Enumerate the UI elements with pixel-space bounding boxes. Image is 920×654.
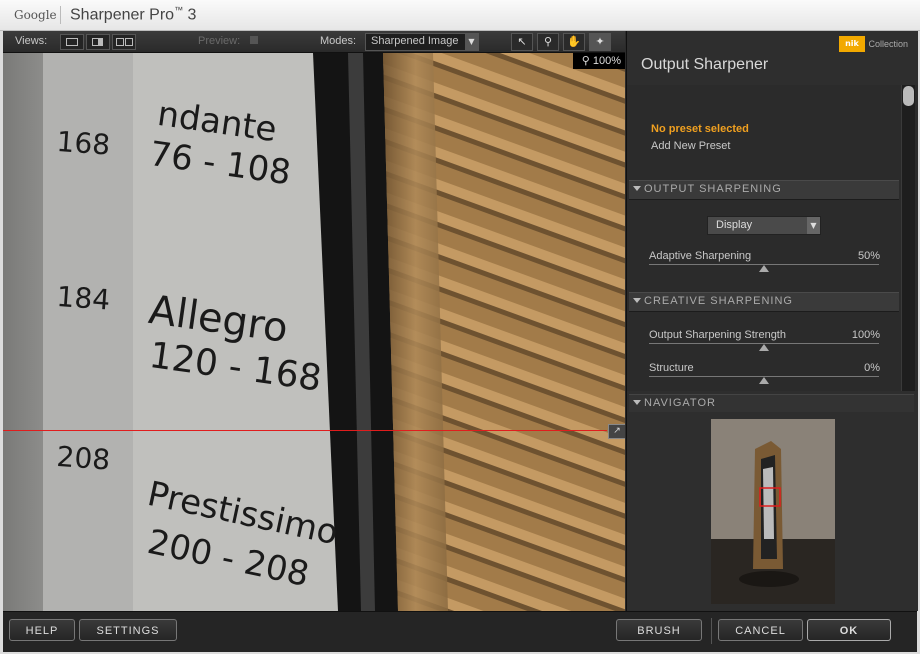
triangle-down-icon [633,186,641,191]
zoom-tool-button[interactable]: ⚲ [537,33,559,51]
output-strength-value: 100% [851,329,880,341]
title-separator [60,6,61,24]
section-navigator[interactable]: NAVIGATOR [629,394,914,412]
split-view-icon [92,38,103,46]
app-title: Sharpener Pro™ 3 [70,5,196,24]
app-window: Views: Preview: Modes: Sharpened Image ▼… [3,31,918,652]
side-by-side-icon-left [116,38,124,46]
google-brand: Google [14,8,57,22]
settings-panel: nik Collection Output Sharpener No prese… [626,31,918,611]
light-icon: ✦ [595,35,605,48]
rotate-icon: ↗ [613,426,621,436]
app-name: Sharpener Pro [70,6,175,24]
chevron-down-icon: ▼ [465,34,478,50]
light-tool-button[interactable]: ✦ [589,33,611,51]
preview-photo: ndante76 - 108Allegro120 - 168Prestissim… [3,53,625,611]
nik-collection-logo: nik Collection [839,36,908,52]
single-view-icon [66,38,78,46]
bottom-separator [711,618,712,644]
side-by-side-icon-right [125,38,133,46]
split-line[interactable] [3,430,607,431]
adaptive-sharpening-thumb[interactable] [759,265,769,272]
hand-tool-button[interactable]: ✋ [563,33,585,51]
section-creative-sharpening[interactable]: CREATIVE SHARPENING [629,292,899,312]
section-navigator-label: NAVIGATOR [644,397,716,409]
output-strength-thumb[interactable] [759,344,769,351]
display-select[interactable]: Display ▼ [707,216,821,235]
output-strength-label: Output Sharpening Strength [649,329,786,341]
preview-checkbox[interactable] [250,36,258,44]
scrollbar-thumb[interactable] [903,86,914,106]
pointer-icon: ↖ [517,35,527,48]
structure-value: 0% [864,362,880,374]
panel-scrollbar[interactable] [901,85,915,391]
views-label: Views: [15,35,48,47]
navigator-thumbnail[interactable] [711,419,835,604]
triangle-down-icon [633,400,641,405]
preview-label: Preview: [198,35,241,47]
nik-logo-text: Collection [868,39,909,49]
settings-button[interactable]: SETTINGS [79,619,177,641]
preset-status: No preset selected [651,123,749,135]
modes-label: Modes: [320,35,357,47]
zoom-icon: ⚲ [581,55,593,67]
structure-thumb[interactable] [759,377,769,384]
cancel-button[interactable]: CANCEL [718,619,803,641]
add-new-preset-link[interactable]: Add New Preset [651,140,730,152]
display-value: Display [716,219,753,231]
photo-text-8: 208 [56,440,112,477]
zoom-indicator[interactable]: ⚲ 100% [573,53,625,69]
section-output-label: OUTPUT SHARPENING [644,183,782,195]
triangle-down-icon [633,298,641,303]
view-side-by-side-button[interactable] [112,34,136,50]
zoom-value: 100% [592,55,621,67]
zoom-icon: ⚲ [543,35,553,48]
adaptive-sharpening-label: Adaptive Sharpening [649,250,752,262]
preview-toolbar: Views: Preview: Modes: Sharpened Image ▼… [3,31,625,53]
section-output-sharpening[interactable]: OUTPUT SHARPENING [629,180,899,200]
bottom-bar: HELP SETTINGS BRUSH CANCEL OK [3,611,917,652]
chevron-down-icon: ▼ [807,217,820,234]
app-version: 3 [187,6,197,24]
view-single-button[interactable] [60,34,84,50]
hand-icon: ✋ [567,35,581,48]
modes-value: Sharpened Image [371,35,459,47]
navigator-photo [711,419,835,604]
photo-text-7: 184 [56,280,112,317]
nik-logo-box: nik [839,36,865,52]
pointer-tool-button[interactable]: ↖ [511,33,533,51]
help-button[interactable]: HELP [9,619,75,641]
structure-label: Structure [649,362,694,374]
trademark: ™ [174,5,184,15]
panel-title: Output Sharpener [641,56,769,73]
adaptive-sharpening-value: 50% [857,250,880,262]
title-bar: Google Sharpener Pro™ 3 [0,0,920,31]
split-handle[interactable]: ↗ [608,424,625,439]
section-creative-label: CREATIVE SHARPENING [644,295,793,307]
ok-button[interactable]: OK [807,619,891,641]
brush-button[interactable]: BRUSH [616,619,702,641]
photo-text-6: 168 [56,125,112,162]
view-split-button[interactable] [86,34,110,50]
navigator-section: NAVIGATOR [627,394,918,611]
image-preview[interactable]: ndante 76 - 108 Allegro 120 - 168 Prestissim… [3,53,625,611]
modes-select[interactable]: Sharpened Image ▼ [365,33,479,51]
